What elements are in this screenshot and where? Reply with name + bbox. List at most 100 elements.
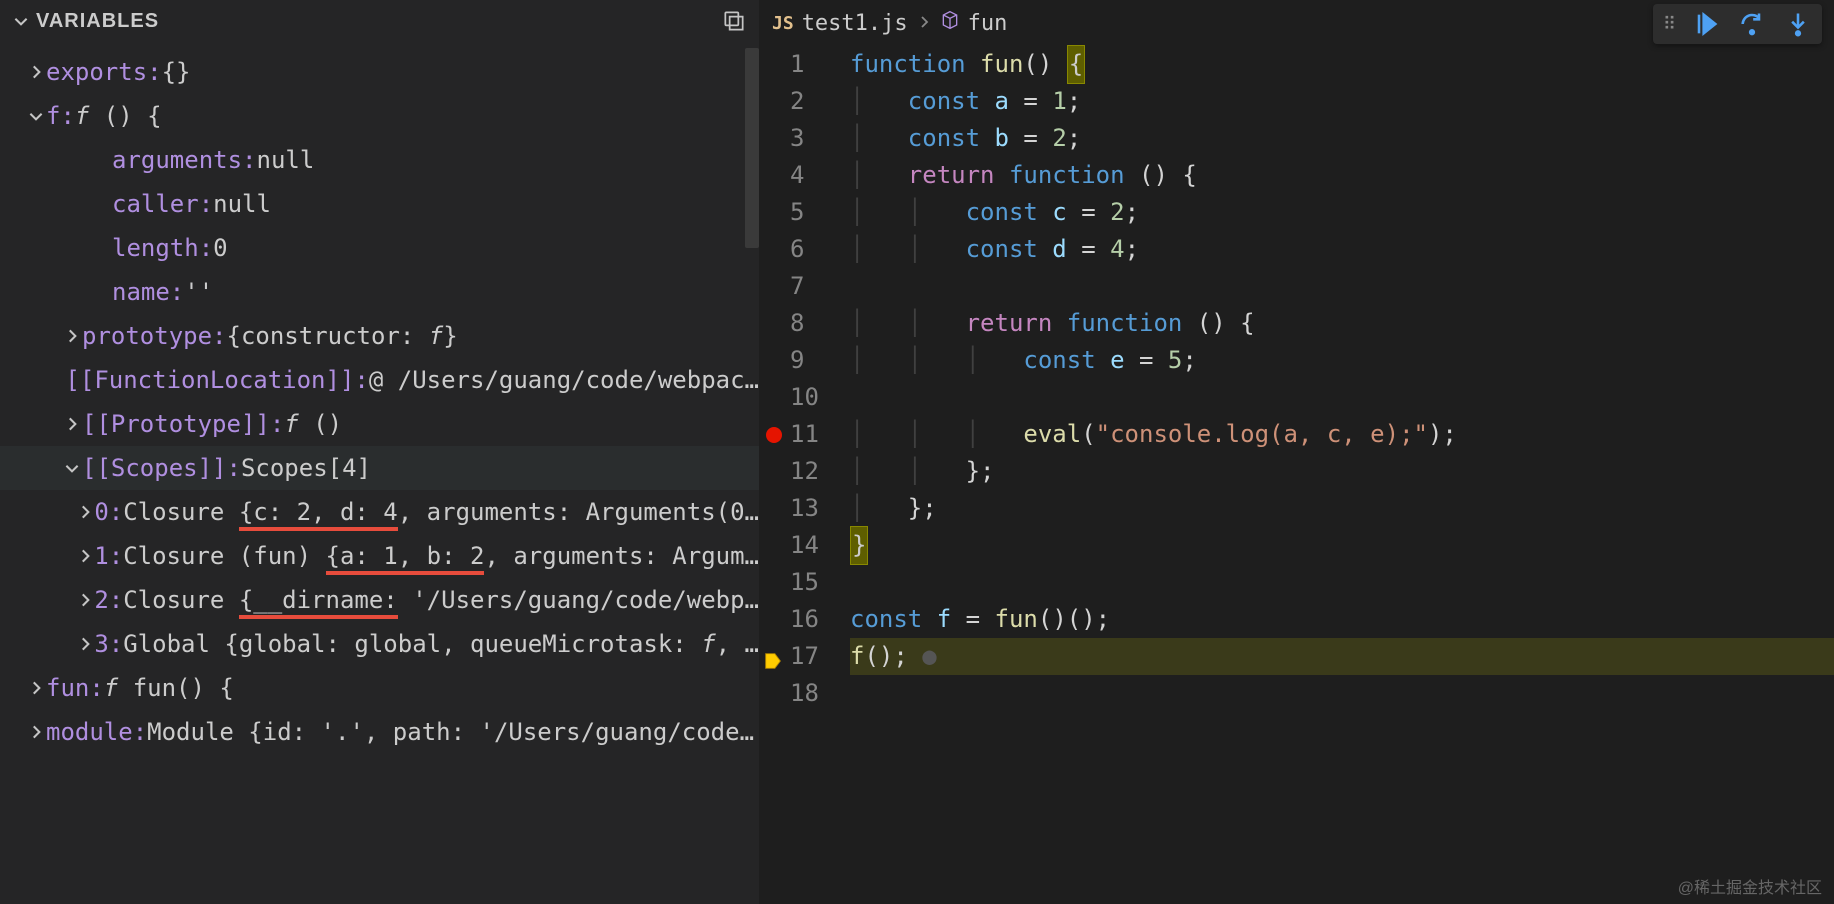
line-number: 9: [790, 342, 832, 379]
variable-row[interactable]: length: 0: [0, 226, 759, 270]
code-line[interactable]: [850, 268, 1834, 305]
code-line[interactable]: │ │ const c = 2;: [850, 194, 1834, 231]
scrollbar-thumb[interactable]: [745, 48, 759, 248]
chevron-right-icon: [62, 415, 82, 433]
breadcrumb-file[interactable]: test1.js: [802, 11, 908, 36]
breakpoint-gutter[interactable]: [760, 638, 790, 675]
breakpoint-gutter[interactable]: [760, 46, 790, 83]
breakpoint-gutter[interactable]: [760, 527, 790, 564]
breakpoint-gutter[interactable]: [760, 83, 790, 120]
chevron-right-icon: [26, 679, 46, 697]
variable-row[interactable]: 2: Closure {__dirname: '/Users/guang/cod…: [0, 578, 759, 622]
variable-row[interactable]: 0: Closure {c: 2, d: 4, arguments: Argum…: [0, 490, 759, 534]
line-number: 10: [790, 379, 832, 416]
variable-row[interactable]: arguments: null: [0, 138, 759, 182]
code-line[interactable]: │ │ const d = 4;: [850, 231, 1834, 268]
line-number: 3: [790, 120, 832, 157]
breakpoint-gutter[interactable]: [760, 231, 790, 268]
breakpoint-gutter[interactable]: [760, 564, 790, 601]
line-number: 11: [790, 416, 832, 453]
step-over-button[interactable]: [1738, 10, 1766, 38]
chevron-right-icon: [75, 547, 94, 565]
variable-row[interactable]: exports: {}: [0, 50, 759, 94]
line-number: 5: [790, 194, 832, 231]
breakpoint-gutter[interactable]: [760, 490, 790, 527]
line-number: 4: [790, 157, 832, 194]
line-number: 17: [790, 638, 832, 675]
chevron-down-icon: [62, 459, 82, 477]
breakpoint-gutter[interactable]: [760, 157, 790, 194]
breakpoint-gutter[interactable]: [760, 601, 790, 638]
code-line[interactable]: │ const b = 2;: [850, 120, 1834, 157]
chevron-right-icon: [26, 63, 46, 81]
line-number: 1: [790, 46, 832, 83]
chevron-right-icon: [916, 11, 932, 36]
line-number: 15: [790, 564, 832, 601]
breakpoint-gutter[interactable]: [760, 120, 790, 157]
code-line[interactable]: [850, 379, 1834, 416]
variables-header[interactable]: VARIABLES: [0, 0, 759, 42]
chevron-right-icon: [75, 635, 94, 653]
code-line[interactable]: const f = fun()();: [850, 601, 1834, 638]
breakpoint-gutter[interactable]: [760, 342, 790, 379]
step-into-button[interactable]: [1784, 10, 1812, 38]
breakpoint-gutter[interactable]: [760, 194, 790, 231]
breakpoint-gutter[interactable]: [760, 416, 790, 453]
collapse-all-icon[interactable]: [721, 8, 747, 34]
chevron-right-icon: [75, 503, 94, 521]
variables-title: VARIABLES: [36, 10, 159, 33]
continue-button[interactable]: [1692, 10, 1720, 38]
breakpoint-gutter[interactable]: [760, 268, 790, 305]
variable-row[interactable]: 1: Closure (fun) {a: 1, b: 2, arguments:…: [0, 534, 759, 578]
line-number: 12: [790, 453, 832, 490]
variable-row[interactable]: [[Scopes]]: Scopes[4]: [0, 446, 759, 490]
line-number: 13: [790, 490, 832, 527]
code-line[interactable]: │ │ │ eval("console.log(a, c, e);");: [850, 416, 1834, 453]
code-line[interactable]: [850, 675, 1834, 712]
code-line[interactable]: │ };: [850, 490, 1834, 527]
line-number: 2: [790, 83, 832, 120]
code-line[interactable]: │ │ };: [850, 453, 1834, 490]
line-number: 7: [790, 268, 832, 305]
breakpoint-icon[interactable]: [766, 427, 782, 443]
variable-row[interactable]: f: f () {: [0, 94, 759, 138]
code-line[interactable]: }: [850, 527, 1834, 564]
debug-toolbar: ⠿: [1653, 4, 1822, 44]
line-number: 14: [790, 527, 832, 564]
watermark: @稀土掘金技术社区: [1678, 874, 1822, 898]
variable-row[interactable]: fun: f fun() {: [0, 666, 759, 710]
code-line[interactable]: │ │ return function () {: [850, 305, 1834, 342]
code-line[interactable]: [850, 564, 1834, 601]
chevron-down-icon: [26, 107, 46, 125]
line-number: 6: [790, 231, 832, 268]
breakpoint-gutter[interactable]: [760, 453, 790, 490]
variables-body: exports: {}f: f () {arguments: nullcalle…: [0, 42, 759, 904]
breakpoint-gutter[interactable]: [760, 675, 790, 712]
line-number: 18: [790, 675, 832, 712]
variable-row[interactable]: [[FunctionLocation]]: @ /Users/guang/cod…: [0, 358, 759, 402]
code-line[interactable]: │ return function () {: [850, 157, 1834, 194]
js-file-icon: JS: [772, 13, 794, 34]
breadcrumb-symbol[interactable]: fun: [968, 11, 1008, 36]
variable-row[interactable]: 3: Global {global: global, queueMicrotas…: [0, 622, 759, 666]
drag-grip-icon[interactable]: ⠿: [1663, 14, 1674, 35]
symbol-method-icon: [940, 10, 960, 36]
chevron-down-icon: [12, 12, 30, 30]
chevron-right-icon: [62, 327, 82, 345]
code-line[interactable]: │ const a = 1;: [850, 83, 1834, 120]
breakpoint-gutter[interactable]: [760, 379, 790, 416]
variable-row[interactable]: module: Module {id: '.', path: '/Users/g…: [0, 710, 759, 754]
chevron-right-icon: [26, 723, 46, 741]
breakpoint-gutter[interactable]: [760, 305, 790, 342]
code-editor[interactable]: 123456789101112131415161718function fun(…: [760, 46, 1834, 712]
current-line-icon: [762, 646, 784, 668]
variable-row[interactable]: caller: null: [0, 182, 759, 226]
code-line[interactable]: function fun() {: [850, 46, 1834, 83]
variable-row[interactable]: prototype: {constructor: f}: [0, 314, 759, 358]
variable-row[interactable]: name: '': [0, 270, 759, 314]
code-line[interactable]: f(); ●: [850, 638, 1834, 675]
editor-panel: JS test1.js fun ⠿ 1234567891011121314151…: [760, 0, 1834, 904]
variable-row[interactable]: [[Prototype]]: f (): [0, 402, 759, 446]
code-line[interactable]: │ │ │ const e = 5;: [850, 342, 1834, 379]
chevron-right-icon: [75, 591, 94, 609]
